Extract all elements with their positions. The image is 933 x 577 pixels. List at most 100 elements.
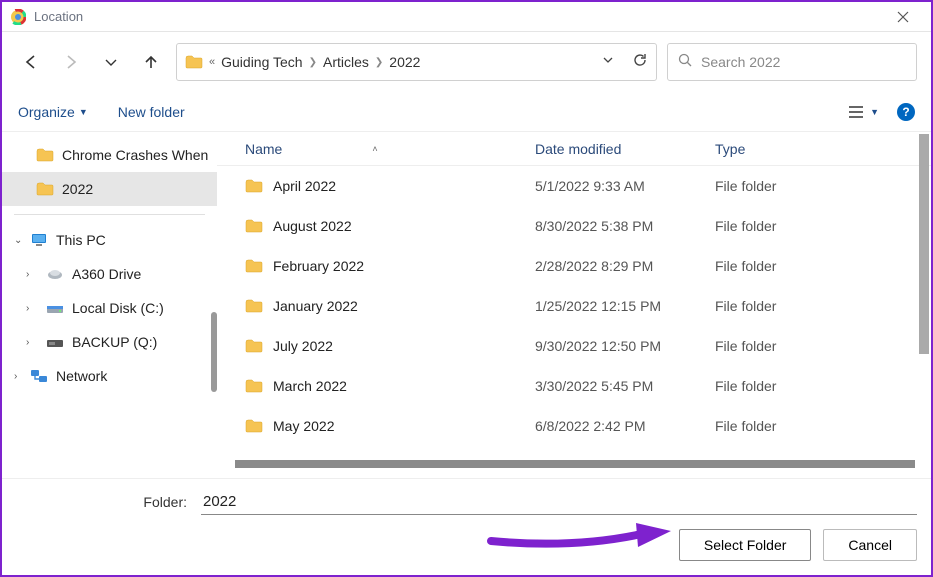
sidebar-item-network[interactable]: › Network (2, 359, 217, 393)
chevron-right-icon[interactable]: › (26, 303, 29, 314)
file-date: 6/8/2022 2:42 PM (535, 418, 715, 434)
sort-indicator-icon: ˄ (372, 144, 377, 154)
network-icon (30, 369, 48, 383)
breadcrumb-item[interactable]: Articles (323, 54, 369, 70)
sidebar-item-thispc[interactable]: ⌄ This PC (2, 223, 217, 257)
toolbar: Organize ▼ New folder ▼ ? (2, 92, 931, 132)
refresh-button[interactable] (632, 52, 648, 73)
organize-menu[interactable]: Organize ▼ (18, 104, 88, 120)
file-name: July 2022 (273, 338, 333, 354)
folder-icon (245, 379, 263, 393)
disk-icon (46, 301, 64, 315)
sidebar-item-label: BACKUP (Q:) (72, 334, 157, 350)
folder-icon (245, 179, 263, 193)
file-row[interactable]: May 20226/8/2022 2:42 PMFile folder (217, 406, 931, 446)
chevron-down-icon[interactable]: ⌄ (14, 235, 22, 246)
breadcrumb-overflow[interactable]: « (209, 56, 215, 68)
sidebar-item-folder[interactable]: 2022 (2, 172, 217, 206)
folder-icon (245, 299, 263, 313)
address-dropdown[interactable] (602, 53, 614, 71)
breadcrumb: Guiding Tech ❯ Articles ❯ 2022 (221, 54, 596, 70)
file-type: File folder (715, 338, 931, 354)
cancel-button[interactable]: Cancel (823, 529, 917, 561)
file-row[interactable]: March 20223/30/2022 5:45 PMFile folder (217, 366, 931, 406)
back-button[interactable] (16, 47, 46, 77)
close-button[interactable] (883, 3, 923, 31)
search-icon (678, 53, 693, 71)
column-name-label: Name (245, 141, 282, 157)
sidebar-item-label: A360 Drive (72, 266, 141, 282)
chevron-down-icon: ▼ (870, 107, 879, 117)
disk-icon (46, 335, 64, 349)
up-button[interactable] (136, 47, 166, 77)
folder-icon (36, 148, 54, 162)
body: Chrome Crashes When 2022 ⌄ This PC › A36… (2, 132, 931, 472)
file-type: File folder (715, 178, 931, 194)
file-date: 8/30/2022 5:38 PM (535, 218, 715, 234)
divider (14, 214, 205, 215)
folder-icon (245, 419, 263, 433)
file-type: File folder (715, 418, 931, 434)
vertical-scrollbar[interactable] (919, 134, 929, 354)
sidebar-item-label: Network (56, 368, 107, 384)
file-type: File folder (715, 378, 931, 394)
sidebar-item-drive[interactable]: › Local Disk (C:) (2, 291, 217, 325)
forward-button[interactable] (56, 47, 86, 77)
search-box[interactable]: Search 2022 (667, 43, 917, 81)
file-date: 3/30/2022 5:45 PM (535, 378, 715, 394)
file-row[interactable]: August 2022 8/30/2022 5:38 PMFile folder (217, 206, 931, 246)
chevron-right-icon[interactable]: › (26, 269, 29, 280)
file-row[interactable]: July 2022 9/30/2022 12:50 PMFile folder (217, 326, 931, 366)
sidebar-item-drive[interactable]: › A360 Drive (2, 257, 217, 291)
sidebar-item-drive[interactable]: › BACKUP (Q:) (2, 325, 217, 359)
pc-icon (30, 233, 48, 247)
file-row[interactable]: January 2022 1/25/2022 12:15 PMFile folde… (217, 286, 931, 326)
breadcrumb-item[interactable]: Guiding Tech (221, 54, 302, 70)
file-name: January 2022 (273, 298, 358, 314)
file-date: 1/25/2022 12:15 PM (535, 298, 715, 314)
horizontal-scrollbar[interactable] (235, 460, 915, 468)
window-title: Location (34, 9, 883, 24)
file-name: August 2022 (273, 218, 352, 234)
folder-icon (245, 219, 263, 233)
sidebar-item-folder[interactable]: Chrome Crashes When (2, 138, 217, 172)
recent-dropdown[interactable] (96, 47, 126, 77)
column-type[interactable]: Type (715, 141, 931, 157)
file-row[interactable]: April 20225/1/2022 9:33 AMFile folder (217, 166, 931, 206)
column-name[interactable]: Name ˄ (235, 141, 535, 157)
file-date: 2/28/2022 8:29 PM (535, 258, 715, 274)
column-date[interactable]: Date modified (535, 141, 715, 157)
help-button[interactable]: ? (897, 103, 915, 121)
annotation-arrow (486, 519, 676, 553)
view-menu[interactable]: ▼ (848, 105, 879, 119)
sidebar-item-label: Local Disk (C:) (72, 300, 164, 316)
file-name: February 2022 (273, 258, 364, 274)
folder-icon (245, 259, 263, 273)
address-bar[interactable]: « Guiding Tech ❯ Articles ❯ 2022 (176, 43, 657, 81)
folder-icon (185, 55, 203, 69)
chevron-down-icon: ▼ (79, 107, 88, 117)
chevron-right-icon[interactable]: › (14, 371, 17, 382)
folder-icon (36, 182, 54, 196)
file-type: File folder (715, 298, 931, 314)
sidebar: Chrome Crashes When 2022 ⌄ This PC › A36… (2, 132, 217, 472)
search-placeholder: Search 2022 (701, 54, 780, 70)
chevron-right-icon: ❯ (309, 57, 317, 68)
file-list: Name ˄ Date modified Type April 20225/1/… (217, 132, 931, 472)
app-icon (10, 9, 26, 25)
organize-label: Organize (18, 104, 75, 120)
breadcrumb-item[interactable]: 2022 (389, 54, 420, 70)
footer: Folder: Select Folder Cancel (2, 478, 931, 575)
column-headers: Name ˄ Date modified Type (217, 132, 931, 166)
sidebar-item-label: 2022 (62, 181, 93, 197)
file-type: File folder (715, 218, 931, 234)
folder-field-label: Folder: (16, 494, 191, 510)
file-date: 9/30/2022 12:50 PM (535, 338, 715, 354)
titlebar: Location (2, 2, 931, 32)
new-folder-button[interactable]: New folder (118, 104, 185, 120)
folder-icon (245, 339, 263, 353)
file-row[interactable]: February 20222/28/2022 8:29 PMFile folde… (217, 246, 931, 286)
chevron-right-icon[interactable]: › (26, 337, 29, 348)
folder-name-input[interactable] (201, 489, 917, 515)
select-folder-button[interactable]: Select Folder (679, 529, 811, 561)
